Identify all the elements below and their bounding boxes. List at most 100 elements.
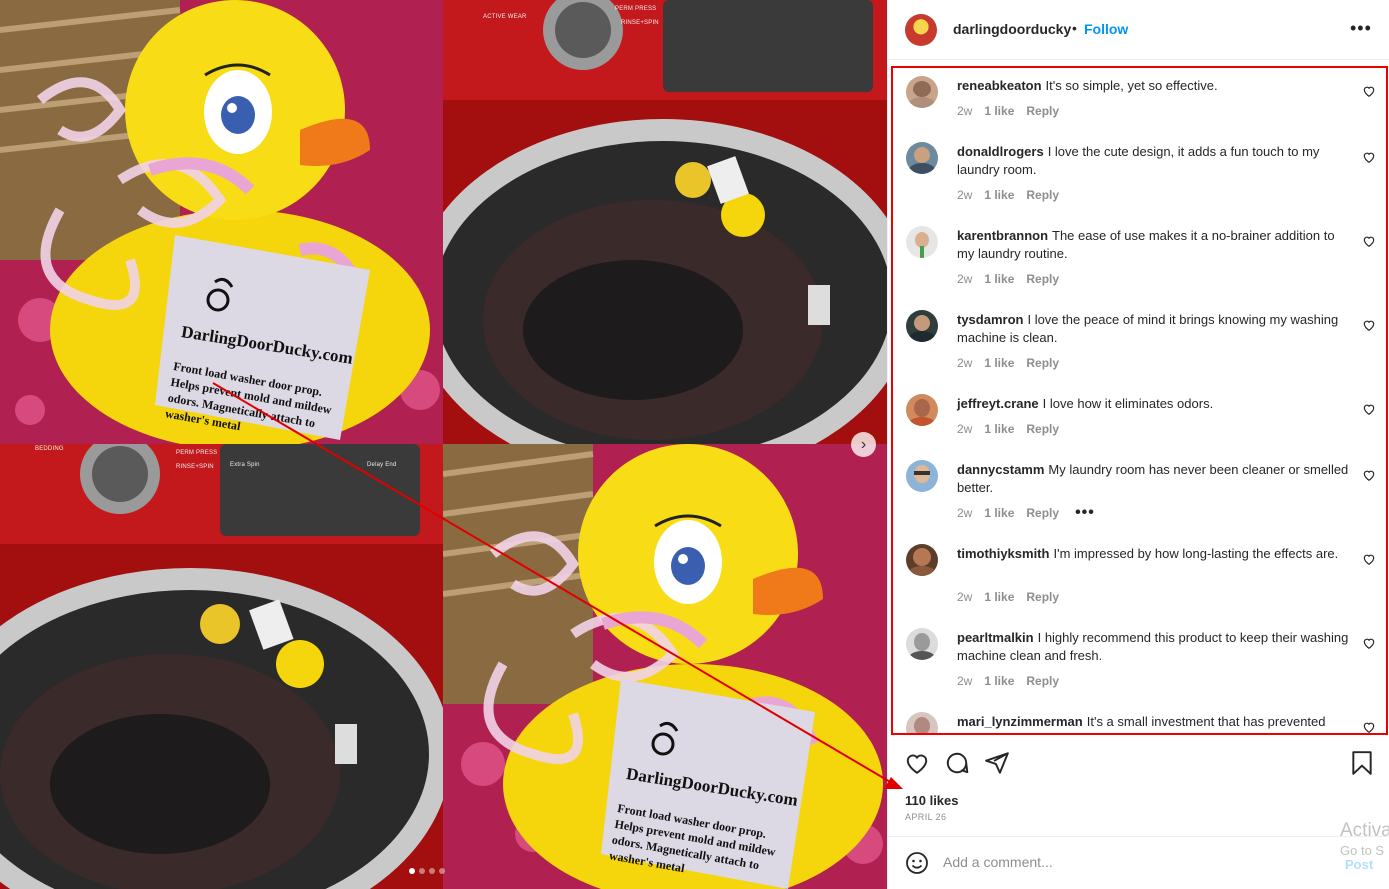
commenter-avatar[interactable] — [906, 628, 938, 660]
comment-likes[interactable]: 1 like — [984, 356, 1014, 370]
comment-text: pearltmalkin I highly recommend this prod… — [957, 629, 1352, 665]
bookmark-icon[interactable] — [1349, 750, 1375, 776]
comment-likes[interactable]: 1 like — [984, 188, 1014, 202]
comment-likes[interactable]: 1 like — [984, 590, 1014, 604]
machine-label-active-wear: ACTIVE WEAR — [483, 14, 527, 20]
reply-button[interactable]: Reply — [1026, 422, 1059, 436]
comment-username[interactable]: karentbrannon — [957, 228, 1048, 243]
header-separator: • — [1072, 20, 1077, 36]
comment-time: 2w — [957, 104, 973, 118]
comment-likes[interactable]: 1 like — [984, 422, 1014, 436]
comment-username[interactable]: reneabkeaton — [957, 78, 1042, 93]
share-icon[interactable] — [984, 750, 1010, 776]
comment-meta: 2w 1 like Reply — [957, 590, 1059, 604]
duck-photo-bottom-right: DarlingDoorDucky.com Front load washer d… — [443, 444, 887, 889]
add-comment-input[interactable] — [943, 854, 1323, 870]
emoji-icon[interactable] — [905, 851, 929, 875]
carousel-dot[interactable] — [409, 868, 415, 874]
comment-username[interactable]: tysdamron — [957, 312, 1023, 327]
commenter-avatar[interactable] — [906, 544, 938, 576]
carousel-dot[interactable] — [439, 868, 445, 874]
comment-body: It's a small investment that has prevent… — [1086, 714, 1326, 729]
commenter-avatar[interactable] — [906, 712, 938, 733]
post-media-carousel[interactable]: DarlingDoorDucky.com Front load washer d… — [0, 0, 887, 889]
like-heart-icon[interactable] — [904, 750, 930, 776]
comment-time: 2w — [957, 188, 973, 202]
comment-username[interactable]: donaldlrogers — [957, 144, 1044, 159]
comment-text: donaldlrogers I love the cute design, it … — [957, 143, 1352, 179]
reply-button[interactable]: Reply — [1026, 272, 1059, 286]
heart-icon[interactable] — [1362, 84, 1376, 98]
more-options-icon[interactable]: ••• — [1350, 18, 1372, 39]
comment-text: timothiyksmith I'm impressed by how long-… — [957, 545, 1352, 563]
duck-photo-top-left: DarlingDoorDucky.com Front load washer d… — [0, 0, 443, 444]
reply-button[interactable]: Reply — [1026, 506, 1059, 520]
comment-more-options-icon[interactable]: ••• — [1075, 505, 1095, 521]
comment-username[interactable]: timothiyksmith — [957, 546, 1049, 561]
commenter-avatar[interactable] — [906, 142, 938, 174]
machine-label-rinse-spin: RINSE+SPIN — [621, 20, 659, 26]
machine-label-perm-press-2: PERM PRESS — [176, 450, 218, 456]
comment-meta: 2w 1 like Reply — [957, 188, 1059, 202]
comment-username[interactable]: jeffreyt.crane — [957, 396, 1039, 411]
comment-text: reneabkeaton It's so simple, yet so effec… — [957, 77, 1352, 95]
carousel-next-button[interactable]: › — [851, 432, 876, 457]
comment-meta: 2w 1 like Reply — [957, 422, 1059, 436]
reply-button[interactable]: Reply — [1026, 188, 1059, 202]
heart-icon[interactable] — [1362, 468, 1376, 482]
comment-time: 2w — [957, 506, 973, 520]
commenter-avatar[interactable] — [906, 310, 938, 342]
likes-count[interactable]: 110 likes — [905, 793, 959, 808]
post-side-panel: darlingdoorducky • Follow ••• reneabkeat… — [887, 0, 1389, 889]
carousel-dot[interactable] — [419, 868, 425, 874]
author-avatar[interactable] — [905, 14, 937, 46]
post-date[interactable]: APRIL 26 — [905, 812, 946, 822]
commenter-avatar[interactable] — [906, 460, 938, 492]
heart-icon[interactable] — [1362, 720, 1376, 734]
comment-meta: 2w 1 like Reply — [957, 674, 1059, 688]
comment-likes[interactable]: 1 like — [984, 674, 1014, 688]
author-username[interactable]: darlingdoorducky — [953, 21, 1071, 37]
reply-button[interactable]: Reply — [1026, 674, 1059, 688]
reply-button[interactable]: Reply — [1026, 104, 1059, 118]
machine-label-delay-end: Delay End — [367, 462, 397, 468]
heart-icon[interactable] — [1362, 402, 1376, 416]
carousel-dot[interactable] — [429, 868, 435, 874]
comment-likes[interactable]: 1 like — [984, 104, 1014, 118]
add-comment-bar: Post — [888, 836, 1389, 889]
comment-username[interactable]: pearltmalkin — [957, 630, 1034, 645]
chevron-right-icon: › — [860, 435, 867, 453]
heart-icon[interactable] — [1362, 636, 1376, 650]
comment-likes[interactable]: 1 like — [984, 506, 1014, 520]
machine-label-bedding: BEDDING — [35, 446, 64, 452]
reply-button[interactable]: Reply — [1026, 590, 1059, 604]
comment-time: 2w — [957, 272, 973, 286]
comments-list[interactable]: reneabkeaton It's so simple, yet so effec… — [891, 66, 1388, 735]
heart-icon[interactable] — [1362, 234, 1376, 248]
machine-label-perm-press: PERM PRESS — [615, 6, 657, 12]
comment-username[interactable]: dannycstamm — [957, 462, 1044, 477]
comment-body: I love how it eliminates odors. — [1042, 396, 1214, 411]
follow-button[interactable]: Follow — [1084, 21, 1128, 37]
washer-photo-top-right: PERM PRESS RINSE+SPIN ACTIVE WEAR — [443, 0, 887, 444]
heart-icon[interactable] — [1362, 552, 1376, 566]
reply-button[interactable]: Reply — [1026, 356, 1059, 370]
comment-time: 2w — [957, 422, 973, 436]
instagram-post-view: DarlingDoorDucky.com Front load washer d… — [0, 0, 1389, 889]
post-comment-button[interactable]: Post — [1345, 857, 1373, 872]
commenter-avatar[interactable] — [906, 76, 938, 108]
comment-body: I'm impressed by how long-lasting the ef… — [1053, 546, 1339, 561]
comment-icon[interactable] — [944, 750, 970, 776]
comment-time: 2w — [957, 356, 973, 370]
comment-username[interactable]: mari_lynzimmerman — [957, 714, 1083, 729]
comment-likes[interactable]: 1 like — [984, 272, 1014, 286]
heart-icon[interactable] — [1362, 150, 1376, 164]
heart-icon[interactable] — [1362, 318, 1376, 332]
comment-text: dannycstamm My laundry room has never bee… — [957, 461, 1352, 497]
comment-meta: 2w 1 like Reply — [957, 272, 1059, 286]
comment-text: jeffreyt.crane I love how it eliminates o… — [957, 395, 1352, 413]
commenter-avatar[interactable] — [906, 226, 938, 258]
comment-time: 2w — [957, 590, 973, 604]
commenter-avatar[interactable] — [906, 394, 938, 426]
carousel-dots — [409, 868, 445, 874]
